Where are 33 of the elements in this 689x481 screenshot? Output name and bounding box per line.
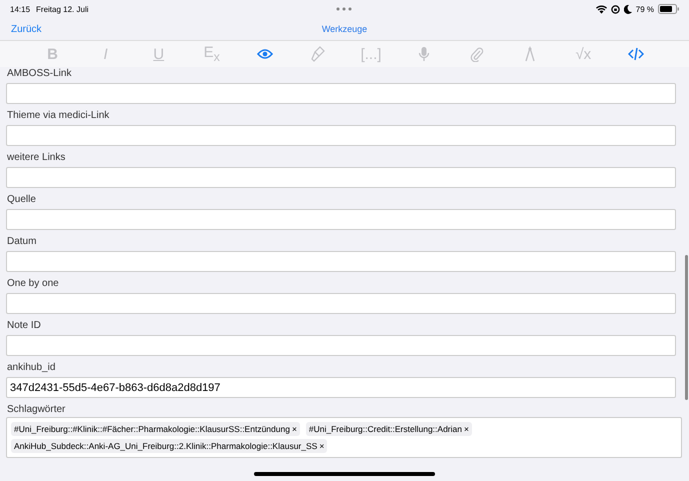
input-field[interactable]: [6, 167, 676, 188]
input-field[interactable]: [6, 125, 676, 146]
battery-percent: 79 %: [636, 4, 654, 14]
input-field[interactable]: 347d2431-55d5-4e67-b863-d6d8a2d8d197: [6, 377, 676, 398]
status-time: 14:15: [10, 4, 30, 14]
tag-chip[interactable]: AnkiHub_Subdeck::Anki-AG_Uni_Freiburg::2.Klinik::Pharmakologie::Klausur_SS ×: [11, 439, 328, 453]
field-label: Quelle: [6, 193, 37, 207]
input-field[interactable]: [6, 335, 676, 356]
input-field[interactable]: [6, 293, 676, 314]
tag-chip[interactable]: #Uni_Freiburg::#Klinik::#Fächer::Pharmakologie::KlausurSS::Entzündung ×: [11, 422, 300, 436]
field-label: One by one: [6, 277, 60, 291]
battery-icon: [658, 4, 679, 14]
tags-field[interactable]: #Uni_Freiburg::#Klinik::#Fächer::Pharmakologie::KlausurSS::Entzündung × #Uni_Freiburg::Credit::Erstellung::Adrian × AnkiHub_Subdeck::Anki-AG_Uni_Freiburg::2.Klinik::Pharmakologie::Klausur_SS ×: [6, 417, 682, 458]
wifi-icon: [596, 4, 607, 14]
input-field[interactable]: [6, 209, 676, 230]
moon-icon: [624, 4, 632, 14]
lock-rotation-icon: [610, 4, 620, 14]
field-label: Datum: [6, 235, 38, 249]
nav-title[interactable]: Werkzeuge: [322, 24, 368, 34]
field-label: weitere Links: [6, 151, 66, 165]
field-label: Schlagwörter: [6, 403, 66, 417]
field-label: ankihub_id: [6, 361, 56, 375]
field-label: Thieme via medici-Link: [6, 109, 110, 123]
input-field[interactable]: [6, 83, 676, 104]
home-indicator[interactable]: [254, 472, 435, 476]
more-dots-icon[interactable]: [336, 7, 352, 11]
scrollbar[interactable]: [685, 255, 688, 400]
field-label: Note ID: [6, 319, 42, 333]
tag-chip[interactable]: #Uni_Freiburg::Credit::Erstellung::Adrian ×: [306, 422, 472, 436]
field-label: AMBOSS-Link: [6, 67, 72, 81]
status-date: Freitag 12. Juli: [36, 4, 88, 14]
input-field[interactable]: [6, 251, 676, 272]
back-button[interactable]: Zurück: [11, 24, 42, 34]
